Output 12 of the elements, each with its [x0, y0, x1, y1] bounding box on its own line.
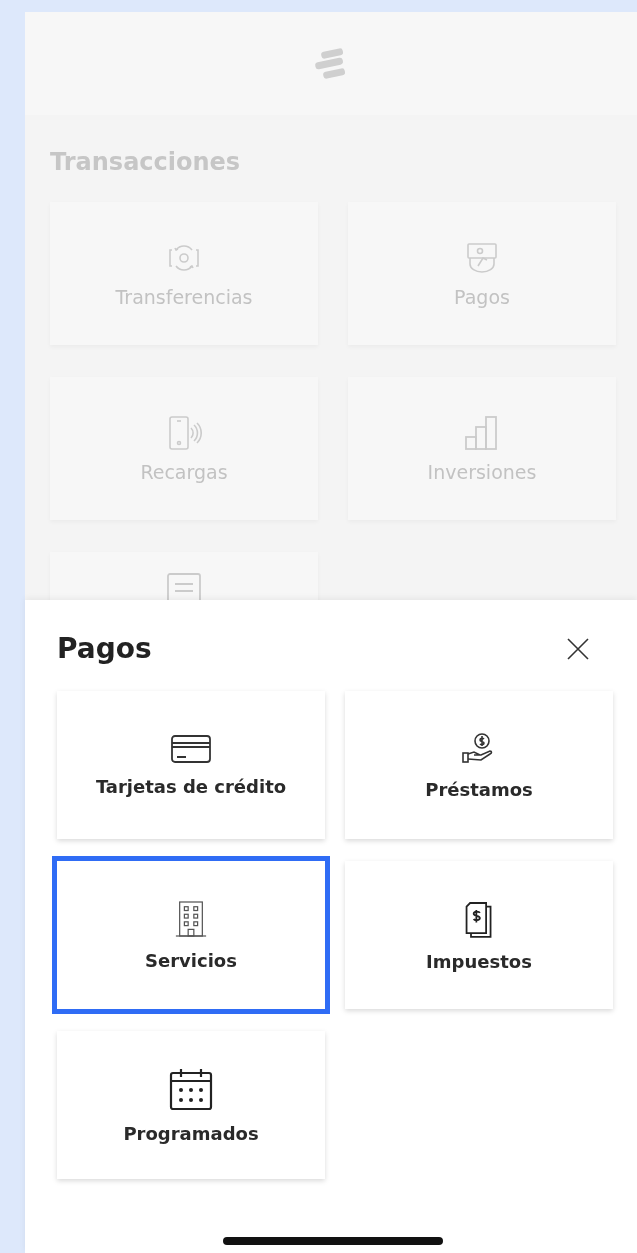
payment-option[interactable]: Programados — [57, 1031, 325, 1179]
payment-option[interactable]: Tarjetas de crédito — [57, 691, 325, 839]
payment-option[interactable]: Impuestos — [345, 861, 613, 1009]
credit-card-icon — [171, 733, 211, 764]
close-icon[interactable] — [566, 636, 590, 661]
document-icon — [166, 572, 202, 600]
sheet-title: Pagos — [57, 632, 152, 665]
building-icon — [174, 899, 208, 938]
phone-signal-icon — [166, 414, 202, 451]
bar-chart-icon — [464, 414, 500, 451]
calendar-icon — [169, 1066, 213, 1111]
payment-option[interactable]: Préstamos — [345, 691, 613, 839]
